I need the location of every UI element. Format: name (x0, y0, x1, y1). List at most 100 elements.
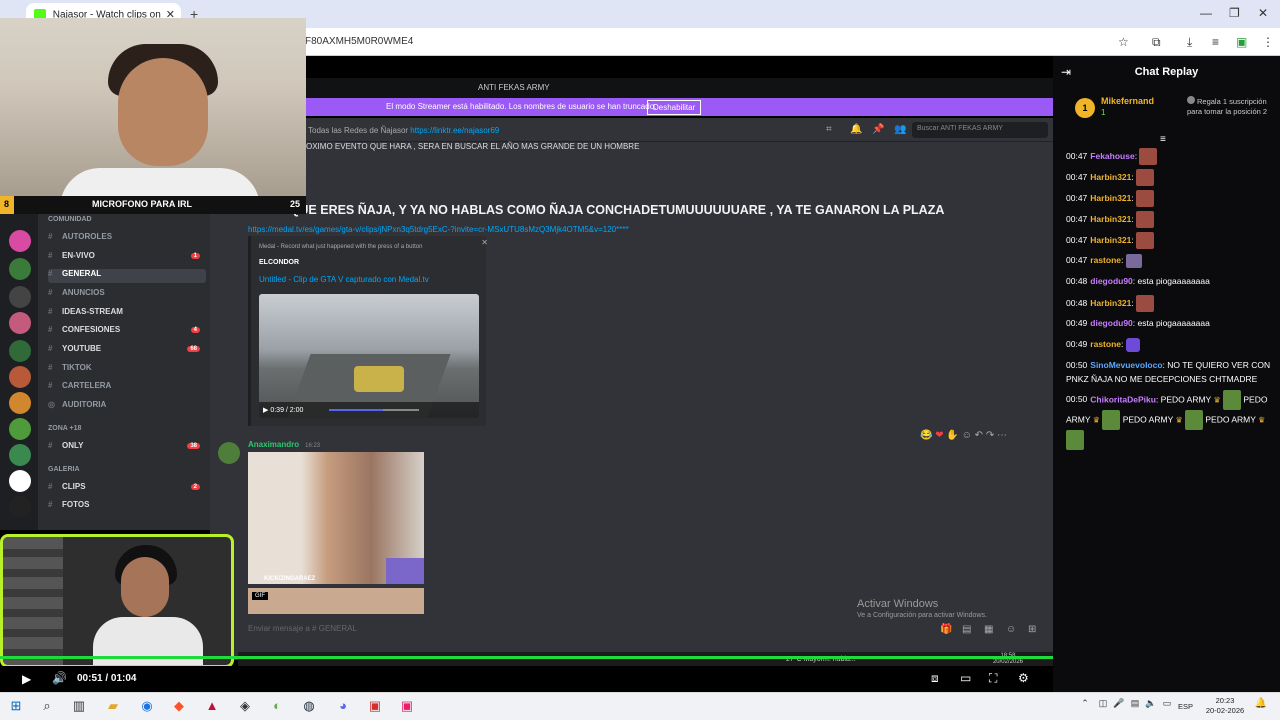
chat-username[interactable]: rastone (1090, 255, 1121, 265)
reaction-laugh-icon[interactable]: 😂 (920, 430, 932, 441)
minimize-button[interactable]: — (1200, 6, 1212, 20)
server-icon[interactable] (9, 286, 31, 308)
channel-confesiones[interactable]: # CONFESIONES 4 (48, 325, 206, 339)
server-icon[interactable] (9, 496, 31, 518)
tray-chevron-icon[interactable]: ⌃ (1076, 698, 1094, 716)
tray-icon[interactable]: ▭ (1158, 698, 1176, 716)
profile-icon[interactable]: ▣ (1236, 35, 1247, 49)
embed-author[interactable]: ELCONDOR (259, 259, 299, 266)
language-indicator[interactable]: ESP (1178, 702, 1193, 711)
channel-general[interactable]: # GENERAL (48, 269, 206, 283)
extensions-icon[interactable]: ⧉ (1152, 35, 1161, 50)
channel-fotos[interactable]: # FOTOS (48, 500, 206, 514)
video-progress-bar[interactable] (0, 656, 1053, 659)
attached-gif[interactable] (248, 588, 424, 614)
steam-icon[interactable]: ◍ (300, 698, 318, 716)
emoji-icon[interactable]: ☺ (1006, 624, 1016, 635)
server-icon[interactable] (9, 392, 31, 414)
app-icon[interactable]: ▣ (398, 698, 416, 716)
system-clock[interactable]: 20:23 20-02-2026 (1205, 696, 1245, 716)
chat-username[interactable]: Fekahouse (1090, 151, 1134, 161)
gift-icon[interactable]: 🎁 (940, 624, 952, 635)
chat-username[interactable]: diegodu90 (1090, 318, 1133, 328)
server-icon[interactable] (9, 366, 31, 388)
channel-cartelera[interactable]: # CARTELERA (48, 381, 206, 395)
channel-anuncios[interactable]: # ANUNCIOS (48, 288, 206, 302)
download-icon[interactable]: ⤓ (1187, 35, 1192, 50)
apps-icon[interactable]: ⊞ (1028, 624, 1036, 635)
message-composer[interactable]: Enviar mensaje a # GENERAL (248, 624, 357, 633)
channel-youtube[interactable]: # YOUTUBE 68 (48, 344, 206, 358)
more-icon[interactable]: ⋯ (997, 430, 1007, 441)
app-icon[interactable]: ◈ (236, 698, 254, 716)
server-icon[interactable] (9, 470, 31, 492)
discord-search-input[interactable]: Buscar ANTI FEKAS ARMY (912, 122, 1048, 138)
chrome-icon[interactable]: ◉ (138, 698, 156, 716)
chat-username[interactable]: SinoMevuevoloco (1090, 360, 1162, 370)
server-icon[interactable] (9, 444, 31, 466)
members-icon[interactable]: 👥 (894, 124, 906, 135)
fullscreen-icon[interactable]: ⛶ (989, 671, 997, 686)
add-reaction-icon[interactable]: ☺ (962, 430, 972, 441)
server-icon[interactable] (9, 258, 31, 280)
channel-tiktok[interactable]: # TIKTOK (48, 363, 206, 377)
threads-icon[interactable]: ⌗ (826, 124, 832, 135)
embed-title[interactable]: Untitled - Clip de GTA V capturado con M… (259, 275, 429, 284)
search-icon[interactable]: ⌕ (38, 698, 56, 716)
app-icon[interactable]: ◐ (268, 698, 286, 716)
reply-icon[interactable]: ↶ (975, 430, 983, 441)
channel-autoroles[interactable]: # AUTOROLES (48, 232, 206, 246)
embed-play-icon[interactable]: ▶ (263, 407, 268, 414)
message-author[interactable]: Anaximandro 16:23 (248, 440, 320, 449)
category-galeria[interactable]: GALERIA (48, 466, 80, 473)
notification-bell-icon[interactable]: 🔔 (1252, 698, 1270, 716)
brave-icon[interactable]: ◆ (170, 698, 188, 716)
windows-start-icon[interactable]: ⊞ (7, 698, 25, 716)
disable-streamer-button[interactable]: Deshabilitar (647, 100, 702, 115)
gift-cta[interactable]: Regala 1 suscripción para tomar la posic… (1187, 96, 1279, 117)
embed-close-icon[interactable]: ✕ (481, 238, 488, 247)
chat-username[interactable]: ChikoritaDePiku (1090, 394, 1156, 404)
top-gifter-name[interactable]: Mikefernand (1101, 96, 1154, 106)
app-icon[interactable]: ▲ (203, 698, 221, 716)
task-view-icon[interactable]: ▥ (70, 698, 88, 716)
play-icon[interactable]: ▶ (22, 672, 31, 686)
chat-username[interactable]: Harbin321 (1090, 235, 1131, 245)
avatar[interactable] (218, 442, 240, 464)
chat-username[interactable]: diegodu90 (1090, 276, 1133, 286)
volume-icon[interactable]: 🔊 (52, 671, 67, 685)
menu-kebab-icon[interactable]: ⋮ (1262, 35, 1274, 49)
reading-list-icon[interactable]: ≡ (1212, 35, 1219, 49)
maximize-button[interactable]: ❐ (1229, 6, 1240, 20)
url-field[interactable]: F80AXMH5M0R0WME4 (305, 36, 413, 47)
discord-icon[interactable]: ◕ (334, 698, 352, 716)
category-zona[interactable]: ZONA +18 (48, 425, 81, 432)
reaction-heart-icon[interactable]: ❤ (935, 430, 943, 441)
embed-video-thumbnail[interactable]: ▶ 0:39 / 2:00 (259, 294, 479, 418)
file-explorer-icon[interactable]: ▰ (104, 698, 122, 716)
channel-topic-link[interactable]: https://linktr.ee/najasor69 (410, 126, 499, 135)
chat-username[interactable]: Harbin321 (1090, 172, 1131, 182)
channel-only[interactable]: # ONLY 38 (48, 441, 206, 455)
chat-username[interactable]: rastone (1090, 339, 1121, 349)
pin-icon[interactable]: 📌 (872, 124, 884, 135)
chat-username[interactable]: Harbin321 (1090, 298, 1131, 308)
sticker-icon[interactable]: ▦ (984, 624, 993, 635)
category-comunidad[interactable]: COMUNIDAD (48, 216, 92, 223)
bell-icon[interactable]: 🔔 (850, 124, 862, 135)
medal-link[interactable]: https://medal.tv/es/games/gta-v/clips/jN… (248, 225, 629, 234)
settings-gear-icon[interactable]: ⚙ (1018, 671, 1029, 685)
forward-icon[interactable]: ↷ (986, 430, 994, 441)
attached-image[interactable]: KICK/ZINGARAEZ (248, 452, 424, 584)
chat-username[interactable]: Harbin321 (1090, 214, 1131, 224)
server-icon[interactable] (9, 230, 31, 252)
channel-en-vivo[interactable]: # EN-VIVO 1 (48, 251, 206, 265)
bookmark-star-icon[interactable]: ☆ (1118, 35, 1129, 49)
chat-username[interactable]: Harbin321 (1090, 193, 1131, 203)
theater-icon[interactable]: ▭ (960, 671, 971, 685)
server-icon[interactable] (9, 312, 31, 334)
app-icon[interactable]: ▣ (366, 698, 384, 716)
chat-filter-icon[interactable]: ≡ (1160, 134, 1166, 145)
channel-clips[interactable]: # CLIPS 2 (48, 482, 206, 496)
reaction-hand-icon[interactable]: ✋ (946, 430, 958, 441)
